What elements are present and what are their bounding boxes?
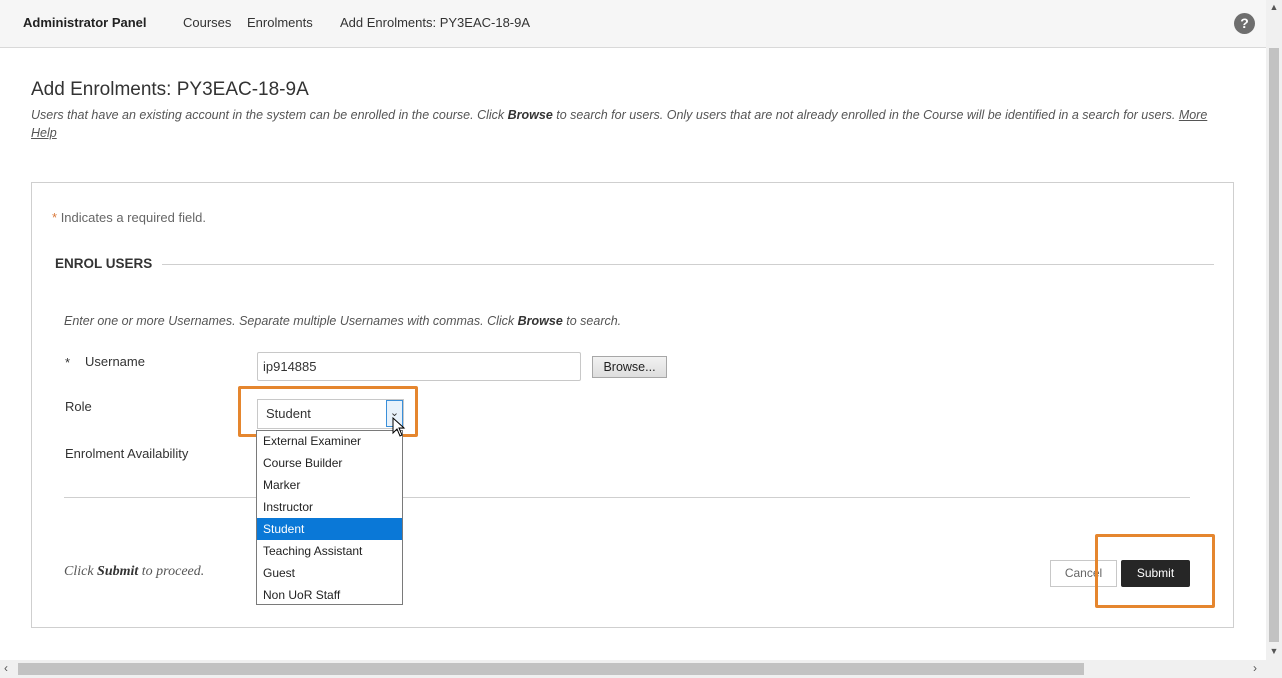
vertical-scrollbar[interactable]: ▲ ▼	[1266, 0, 1282, 660]
instr-text-1: Enter one or more Usernames. Separate mu…	[64, 314, 518, 328]
page-description: Users that have an existing account in t…	[31, 106, 1231, 142]
role-option-selected[interactable]: Student	[257, 518, 402, 540]
top-nav: Administrator Panel Courses Enrolments A…	[0, 0, 1266, 48]
page-title: Add Enrolments: PY3EAC-18-9A	[31, 79, 309, 100]
section-divider	[162, 264, 1214, 265]
submit-highlight-box	[1095, 534, 1215, 608]
proceed-submit-bold: Submit	[97, 564, 139, 579]
help-icon[interactable]: ?	[1234, 13, 1255, 34]
proceed-instruction: Click Submit to proceed.	[64, 564, 204, 580]
horizontal-scrollbar[interactable]: ‹ ›	[0, 660, 1266, 678]
role-option[interactable]: Instructor	[257, 496, 402, 518]
role-option[interactable]: Non UoR Staff	[257, 584, 402, 604]
proceed-text-1: Click	[64, 564, 98, 579]
required-star: *	[52, 210, 58, 225]
desc-text-1: Users that have an existing account in t…	[31, 108, 508, 122]
instr-browse-bold: Browse	[517, 314, 563, 328]
required-note-text: Indicates a required field.	[60, 210, 206, 225]
nav-add-enrolments[interactable]: Add Enrolments: PY3EAC-18-9A	[340, 15, 530, 30]
section-title: ENROL USERS	[55, 256, 153, 271]
role-dropdown-list: External Examiner Course Builder Marker …	[256, 430, 403, 605]
role-option[interactable]: External Examiner	[257, 431, 402, 452]
scroll-left-icon[interactable]: ‹	[4, 661, 8, 675]
nav-brand[interactable]: Administrator Panel	[23, 15, 147, 30]
instr-text-2: to search.	[562, 314, 622, 328]
proceed-text-2: to proceed.	[138, 564, 205, 579]
nav-enrolments[interactable]: Enrolments	[247, 15, 313, 30]
username-label: Username	[85, 354, 145, 369]
horizontal-scroll-thumb[interactable]	[18, 663, 1084, 675]
role-option[interactable]: Teaching Assistant	[257, 540, 402, 562]
desc-text-2: to search for users. Only users that are…	[552, 108, 1179, 122]
scroll-corner	[1266, 660, 1282, 678]
scroll-down-icon[interactable]: ▼	[1266, 646, 1282, 656]
enrol-form-panel: * Indicates a required field. ENROL USER…	[31, 182, 1234, 628]
role-label: Role	[65, 399, 92, 414]
role-option[interactable]: Marker	[257, 474, 402, 496]
form-divider	[64, 497, 1190, 498]
username-input[interactable]: ip914885	[257, 352, 581, 381]
desc-browse-bold: Browse	[507, 108, 553, 122]
username-required-star: *	[65, 355, 71, 370]
role-option[interactable]: Guest	[257, 562, 402, 584]
scroll-right-icon[interactable]: ›	[1253, 661, 1257, 675]
scroll-up-icon[interactable]: ▲	[1266, 2, 1282, 12]
username-instructions: Enter one or more Usernames. Separate mu…	[64, 314, 621, 328]
mouse-cursor-icon	[392, 417, 406, 437]
vertical-scroll-thumb[interactable]	[1269, 48, 1279, 642]
required-note: * Indicates a required field.	[52, 210, 206, 225]
role-option[interactable]: Course Builder	[257, 452, 402, 474]
browse-button[interactable]: Browse...	[592, 356, 667, 378]
availability-label: Enrolment Availability	[65, 446, 189, 461]
nav-courses[interactable]: Courses	[183, 15, 231, 30]
